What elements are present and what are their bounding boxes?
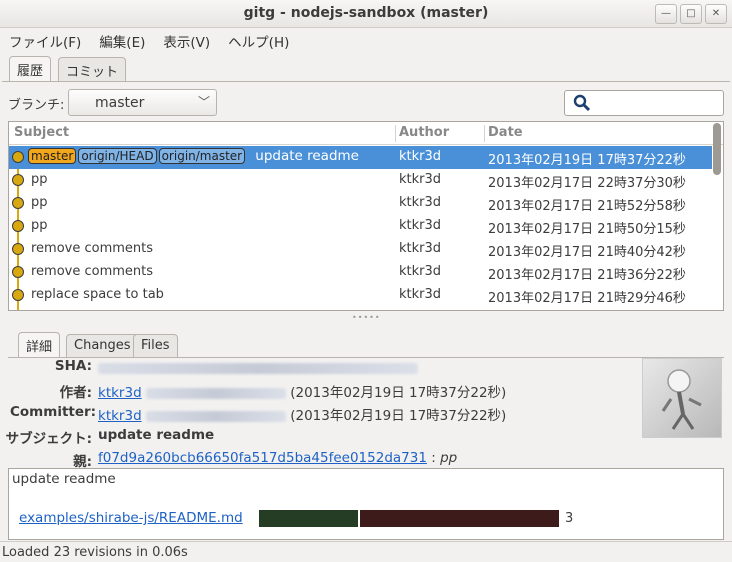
row-subject: pp [31, 218, 48, 233]
ref-badge: origin/HEAD [78, 148, 157, 164]
author-email-redacted [145, 387, 286, 399]
pane-splitter-handle[interactable]: ••••• [352, 313, 381, 322]
row-date: 2013年02月17日 21時29分46秒 [488, 291, 686, 306]
table-row[interactable]: pp ktkr3d 2013年02月17日 21時50分15秒 [9, 215, 712, 238]
row-subject: update readme [255, 148, 359, 164]
parent-label: 親: [73, 454, 92, 470]
avatar-image [661, 369, 702, 430]
table-row[interactable]: replace space to tab ktkr3d 2013年02月17日 … [9, 284, 712, 307]
branch-value: master [95, 95, 145, 111]
changed-file-link[interactable]: examples/shirabe-js/README.md [19, 510, 243, 526]
subject-label: サブジェクト: [5, 431, 92, 447]
branch-label: ブランチ: [8, 98, 65, 113]
row-date: 2013年02月17日 21時40分42秒 [488, 245, 686, 260]
row-date: 2013年02月17日 22時37分30秒 [488, 176, 686, 191]
ref-badge: origin/master [158, 148, 246, 164]
commit-message: update readme [12, 471, 116, 487]
table-row[interactable]: master origin/HEAD origin/master update re… [9, 146, 712, 169]
committer-value: ktkr3d (2013年02月19日 17時37分22秒) [98, 404, 506, 424]
row-subject: pp [31, 195, 48, 210]
author-label: 作者: [59, 385, 92, 401]
search-icon [573, 94, 591, 112]
parent-sha-link[interactable]: f07d9a260bcb66650fa517d5ba45fee0152da731 [98, 450, 427, 466]
parent-value: f07d9a260bcb66650fa517d5ba45fee0152da731… [98, 450, 457, 466]
table-row[interactable]: remove comments ktkr3d 2013年02月17日 21時36… [9, 261, 712, 284]
row-date: 2013年02月17日 21時50分15秒 [488, 222, 686, 237]
maximize-icon[interactable]: □ [680, 4, 702, 24]
status-bar: Loaded 23 revisions in 0.06s [0, 541, 732, 562]
row-subject: remove comments [31, 241, 154, 256]
row-date: 2013年02月17日 21時36分22秒 [488, 268, 686, 283]
diffstat-count: 3 [565, 511, 574, 526]
tab-changes[interactable]: Changes [66, 334, 139, 358]
commit-node-icon [12, 220, 24, 232]
title-bar: gitg - nodejs-sandbox (master) — □ ✕ [0, 0, 732, 28]
menu-bar: ファイル(F) 編集(E) 表示(V) ヘルプ(H) [0, 28, 732, 52]
branch-select[interactable]: master ﹀ [68, 89, 217, 116]
parent-subject: pp [440, 450, 458, 466]
row-author: ktkr3d [399, 264, 442, 279]
row-author: ktkr3d [399, 241, 442, 256]
row-author: ktkr3d [399, 218, 442, 233]
table-row[interactable]: pp ktkr3d 2013年02月17日 21時52分58秒 [9, 192, 712, 215]
tab-history[interactable]: 履歴 [9, 56, 52, 82]
subject-value: update readme [98, 427, 215, 443]
commit-node-icon [12, 151, 24, 163]
menu-view[interactable]: 表示(V) [154, 28, 219, 52]
tab-files[interactable]: Files [133, 334, 178, 358]
table-row[interactable]: pp ktkr3d 2013年02月17日 22時37分30秒 [9, 169, 712, 192]
sha-label: SHA: [54, 358, 92, 374]
chevron-down-icon: ﹀ [197, 95, 210, 109]
tab-commit[interactable]: コミット [58, 57, 127, 81]
commit-node-icon [12, 266, 24, 278]
menu-file[interactable]: ファイル(F) [0, 28, 90, 52]
diffstat-added-bar [259, 510, 358, 527]
commit-node-icon [12, 243, 24, 255]
close-icon[interactable]: ✕ [705, 4, 727, 24]
search-input[interactable] [564, 90, 724, 116]
tab-divider [2, 81, 730, 82]
row-subject: pp [31, 172, 48, 187]
menu-edit[interactable]: 編集(E) [90, 28, 154, 52]
author-date: (2013年02月19日 17時37分22秒) [290, 385, 507, 401]
diffstat-removed-bar [360, 510, 559, 527]
minimize-icon[interactable]: — [655, 4, 677, 24]
column-date[interactable]: Date [488, 125, 523, 140]
tab-details[interactable]: 詳細 [18, 332, 61, 358]
detail-divider [8, 357, 724, 358]
commit-message-view[interactable]: update readme examples/shirabe-js/README… [8, 468, 724, 540]
committer-email-redacted [145, 410, 286, 422]
row-subject: remove comments [31, 264, 154, 279]
author-link[interactable]: ktkr3d [98, 385, 142, 401]
history-scrollbar[interactable] [713, 123, 721, 175]
parent-separator: : [431, 450, 436, 466]
row-date: 2013年02月19日 17時37分22秒 [488, 153, 686, 168]
history-list[interactable]: Subject Author Date master origin/HEAD ori… [8, 121, 724, 311]
commit-node-icon [12, 174, 24, 186]
commit-node-icon [12, 289, 24, 301]
column-subject[interactable]: Subject [14, 125, 69, 140]
window-title: gitg - nodejs-sandbox (master) [243, 5, 489, 21]
author-value: ktkr3d (2013年02月19日 17時37分22秒) [98, 381, 506, 401]
sha-value-redacted [98, 360, 418, 376]
column-author[interactable]: Author [399, 125, 449, 140]
committer-link[interactable]: ktkr3d [98, 408, 142, 424]
row-author: ktkr3d [399, 287, 442, 302]
row-author: ktkr3d [399, 172, 442, 187]
ref-badge: master [28, 148, 77, 164]
history-header: Subject Author Date [9, 122, 723, 145]
table-row[interactable]: remove comments ktkr3d 2013年02月17日 21時40… [9, 238, 712, 261]
committer-date: (2013年02月19日 17時37分22秒) [290, 408, 507, 424]
row-author: ktkr3d [399, 195, 442, 210]
avatar [642, 358, 722, 438]
row-date: 2013年02月17日 21時52分58秒 [488, 199, 686, 214]
committer-label: Committer: [10, 404, 97, 420]
menu-help[interactable]: ヘルプ(H) [219, 28, 298, 52]
row-author: ktkr3d [399, 149, 442, 164]
commit-node-icon [12, 197, 24, 209]
row-subject: replace space to tab [31, 287, 164, 302]
